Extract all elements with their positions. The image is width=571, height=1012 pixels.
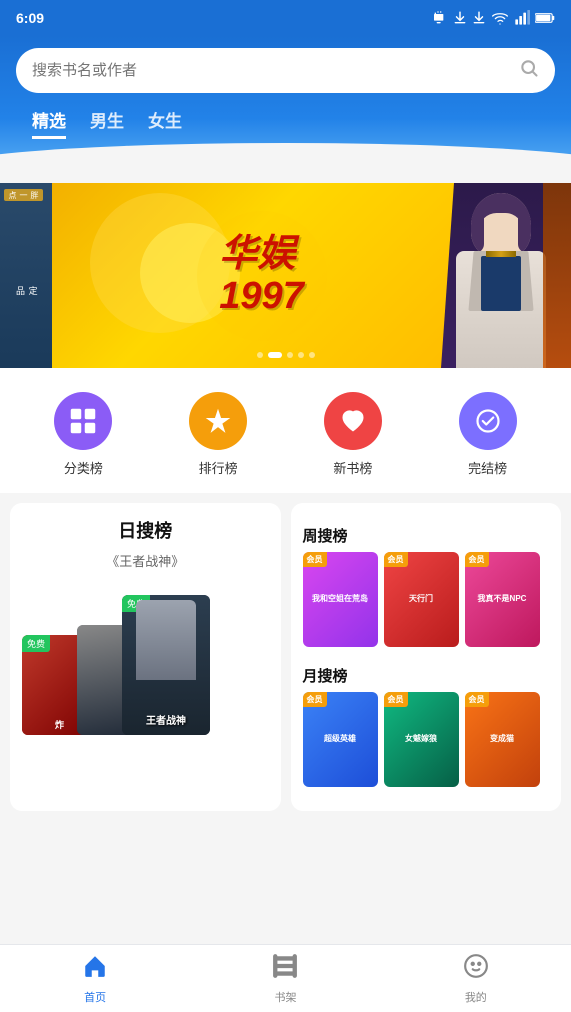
daily-rank-panel: 日搜榜 《王者战神》 免费 炸 区 免费 [10, 503, 281, 811]
category-label-paixingbang: 排行榜 [199, 458, 238, 477]
vip-badge-5: 会员 [384, 692, 408, 707]
search-icon [519, 58, 539, 83]
category-icon-fenleibang [54, 392, 112, 450]
weekly-book-3-title: 我真不是NPC [478, 594, 527, 604]
header: 精选 男生 女生 [0, 36, 571, 173]
monthly-book-2-title: 女魃嫁狼 [405, 734, 437, 744]
status-icons [432, 10, 555, 26]
home-icon [82, 953, 108, 986]
bottom-nav: 首页 书架 我的 [0, 944, 571, 1012]
weekly-rank-title: 周搜榜 [303, 517, 550, 552]
free-badge-1: 免费 [22, 635, 50, 652]
dot-4 [298, 352, 304, 358]
search-input[interactable] [32, 62, 509, 79]
bookshelf-icon [272, 953, 298, 986]
weekly-book-2-title: 天行门 [409, 594, 433, 604]
vip-badge-3: 会员 [465, 552, 489, 567]
monthly-books-row: 会员 超级英雄 会员 女魃嫁狼 会员 变成猫 [303, 692, 550, 787]
weekly-book-1-title: 我和空姐在荒岛 [312, 594, 368, 604]
weekly-book-3-cover: 会员 我真不是NPC [465, 552, 540, 647]
nav-home[interactable]: 首页 [62, 945, 128, 1012]
status-bar: 6:09 [0, 0, 571, 36]
notification-icon [432, 10, 448, 26]
monthly-book-3-cover: 会员 变成猫 [465, 692, 540, 787]
daily-covers: 免费 炸 区 免费 王者战神 [22, 580, 269, 735]
monthly-book-2[interactable]: 会员 女魃嫁狼 [384, 692, 459, 787]
left-label: 定品 [13, 286, 38, 295]
vip-badge-2: 会员 [384, 552, 408, 567]
nav-bookshelf[interactable]: 书架 [252, 945, 318, 1012]
daily-rank-title: 日搜榜 [22, 517, 269, 543]
dot-1 [257, 352, 263, 358]
category-item-xinshugang[interactable]: 新书榜 [324, 392, 382, 477]
banner-right-strip [543, 183, 571, 368]
weekly-rank-panel: 周搜榜 会员 我和空姐在荒岛 会员 天行门 会员 [291, 503, 562, 811]
vip-badge-6: 会员 [465, 692, 489, 707]
tab-bar: 精选 男生 女生 [16, 93, 555, 143]
left-badge: 胖一点 [4, 189, 43, 201]
nav-profile[interactable]: 我的 [443, 945, 509, 1012]
banner-area[interactable]: 胖一点 定品 华娱1997 [0, 183, 571, 368]
weekly-book-1[interactable]: 会员 我和空姐在荒岛 [303, 552, 378, 647]
weekly-book-2[interactable]: 会员 天行门 [384, 552, 459, 647]
monthly-book-1-title: 超级英雄 [324, 734, 356, 744]
tab-female[interactable]: 女生 [148, 107, 182, 139]
signal-icon [514, 10, 530, 26]
dot-2 [268, 352, 282, 358]
time-display: 6:09 [16, 10, 44, 26]
category-item-wanjibang[interactable]: 完结榜 [459, 392, 517, 477]
weekly-book-3[interactable]: 会员 我真不是NPC [465, 552, 540, 647]
dot-3 [287, 352, 293, 358]
banner-slide: 胖一点 定品 华娱1997 [0, 183, 571, 368]
monthly-book-3[interactable]: 会员 变成猫 [465, 692, 540, 787]
vip-badge-4: 会员 [303, 692, 327, 707]
category-label-fenleibang: 分类榜 [64, 458, 103, 477]
category-icon-paixingbang [189, 392, 247, 450]
monthly-rank-title: 月搜榜 [303, 657, 550, 692]
tab-male[interactable]: 男生 [90, 107, 124, 139]
banner-title: 华娱1997 [219, 234, 304, 318]
battery-icon [535, 11, 555, 25]
monthly-book-1[interactable]: 会员 超级英雄 [303, 692, 378, 787]
weekly-books-row: 会员 我和空姐在荒岛 会员 天行门 会员 我真不是NPC [303, 552, 550, 647]
cover-title-wang: 王者战神 [122, 712, 210, 727]
category-label-wanjibang: 完结榜 [468, 458, 507, 477]
monthly-book-2-cover: 会员 女魃嫁狼 [384, 692, 459, 787]
category-label-xinshubang: 新书榜 [333, 458, 372, 477]
monthly-book-1-cover: 会员 超级英雄 [303, 692, 378, 787]
wifi-icon [491, 10, 509, 26]
category-item-fenleibang[interactable]: 分类榜 [54, 392, 112, 477]
category-icon-wanjibang [459, 392, 517, 450]
banner-left-book: 胖一点 定品 [0, 183, 52, 368]
download1-icon [453, 10, 467, 26]
search-bar[interactable] [16, 48, 555, 93]
download2-icon [472, 10, 486, 26]
category-icon-xinshubang [324, 392, 382, 450]
categories: 分类榜 排行榜 新书榜 完结榜 [0, 368, 571, 493]
rankings-section: 日搜榜 《王者战神》 免费 炸 区 免费 [0, 503, 571, 811]
daily-rank-book-title: 《王者战神》 [22, 551, 269, 570]
dot-5 [309, 352, 315, 358]
daily-cover-3[interactable]: 免费 王者战神 [122, 595, 210, 735]
tab-featured[interactable]: 精选 [32, 107, 66, 139]
main-content: 精选 男生 女生 胖一点 定品 华娱1997 [0, 36, 571, 891]
weekly-book-1-cover: 会员 我和空姐在荒岛 [303, 552, 378, 647]
nav-profile-label: 我的 [465, 989, 487, 1005]
profile-icon [463, 953, 489, 986]
monthly-book-3-title: 变成猫 [490, 734, 514, 744]
category-item-paixingbang[interactable]: 排行榜 [189, 392, 247, 477]
weekly-book-2-cover: 会员 天行门 [384, 552, 459, 647]
nav-home-label: 首页 [84, 989, 106, 1005]
banner-dots [257, 352, 315, 358]
vip-badge-1: 会员 [303, 552, 327, 567]
nav-bookshelf-label: 书架 [274, 989, 296, 1005]
